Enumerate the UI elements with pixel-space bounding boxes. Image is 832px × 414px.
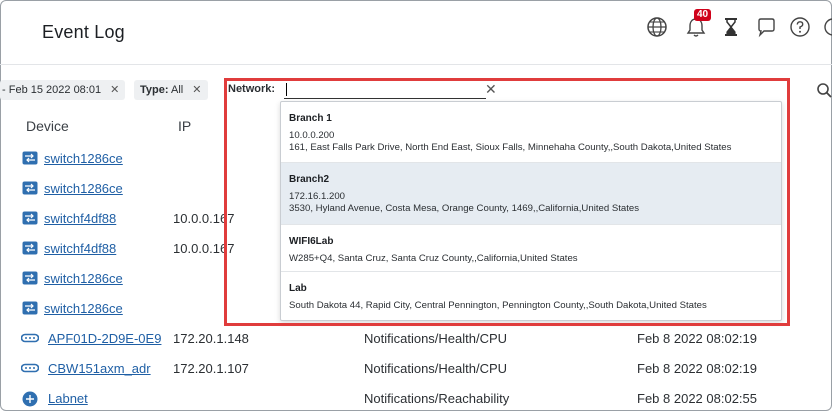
- close-icon[interactable]: ✕: [192, 84, 201, 96]
- ip-cell: 172.20.1.107: [173, 361, 249, 376]
- device-link[interactable]: switchf4df88: [44, 211, 116, 226]
- option-name: Branch2: [289, 174, 330, 185]
- access-point-icon: [20, 361, 40, 375]
- table-row[interactable]: APF01D-2D9E-0E9 172.20.1.148 Notifications…: [0, 324, 832, 354]
- date-filter-value: Feb 15 2022 08:01: [8, 84, 102, 96]
- globe-icon[interactable]: [646, 16, 668, 38]
- hourglass-icon[interactable]: [720, 16, 742, 38]
- category-cell: Notifications/Health/CPU: [364, 361, 508, 376]
- dropdown-option-wifi6lab[interactable]: WIFI6Lab W285+Q4, Santa Cruz, Santa Cruz…: [281, 225, 781, 272]
- table-row[interactable]: CBW151axm_adr 172.20.1.107 Notifications/H…: [0, 354, 832, 384]
- device-link[interactable]: Labnet: [48, 391, 88, 406]
- search-icon[interactable]: [816, 82, 832, 98]
- network-icon: [22, 391, 38, 407]
- switch-icon: [22, 181, 38, 195]
- dropdown-option-branch2[interactable]: Branch2 172.16.1.200 3530, Hyland Avenue…: [281, 163, 781, 225]
- device-link[interactable]: CBW151axm_adr: [48, 361, 151, 376]
- option-address: South Dakota 44, Rapid City, Central Pen…: [289, 300, 707, 311]
- type-filter-label: Type:: [140, 84, 169, 96]
- option-address: 3530, Hyland Avenue, Costa Mesa, Orange …: [289, 203, 640, 214]
- type-filter-chip[interactable]: Type: All ✕: [134, 80, 208, 100]
- access-point-icon: [20, 331, 40, 345]
- switch-icon: [22, 241, 38, 255]
- switch-icon: [22, 211, 38, 225]
- page-header: Event Log 40: [0, 0, 832, 65]
- close-icon[interactable]: ✕: [110, 84, 119, 96]
- device-link[interactable]: APF01D-2D9E-0E9: [48, 331, 161, 346]
- dropdown-option-branch-1[interactable]: Branch 1 10.0.0.200 161, East Falls Park…: [281, 102, 781, 163]
- settings-icon[interactable]: [822, 16, 832, 38]
- date-prefix: -: [2, 84, 6, 96]
- option-name: Branch 1: [289, 113, 332, 124]
- device-link[interactable]: switch1286ce: [44, 181, 123, 196]
- time-cell: Feb 8 2022 08:02:19: [637, 331, 757, 346]
- ip-cell: 10.0.0.167: [173, 241, 235, 256]
- ip-cell: 172.20.1.148: [173, 331, 249, 346]
- table-row[interactable]: Labnet Notifications/Reachability Feb 8 20…: [0, 384, 832, 414]
- option-name: WIFI6Lab: [289, 236, 334, 247]
- option-detail: 172.16.1.200: [289, 191, 346, 202]
- device-link[interactable]: switch1286ce: [44, 151, 123, 166]
- option-address: 161, East Falls Park Drive, North End Ea…: [289, 142, 732, 153]
- option-detail: 10.0.0.200: [289, 130, 335, 141]
- category-cell: Notifications/Reachability: [364, 391, 510, 406]
- page-title: Event Log: [42, 22, 125, 42]
- clear-input-icon[interactable]: ✕: [485, 81, 497, 98]
- time-cell: Feb 8 2022 08:02:19: [637, 361, 757, 376]
- switch-icon: [22, 271, 38, 285]
- ip-cell: 10.0.0.167: [173, 211, 235, 226]
- time-cell: Feb 8 2022 08:02:55: [637, 391, 757, 406]
- network-filter-label: Network:: [228, 83, 276, 95]
- type-filter-value: All: [170, 84, 184, 96]
- dropdown-option-lab[interactable]: Lab South Dakota 44, Rapid City, Central…: [281, 272, 781, 320]
- switch-icon: [22, 301, 38, 315]
- network-dropdown: Branch 1 10.0.0.200 161, East Falls Park…: [280, 101, 782, 321]
- chat-icon[interactable]: [755, 16, 777, 38]
- network-filter-input[interactable]: [284, 80, 486, 99]
- device-link[interactable]: switch1286ce: [44, 301, 123, 316]
- category-cell: Notifications/Health/CPU: [364, 331, 508, 346]
- column-header-device[interactable]: Device: [26, 118, 69, 134]
- column-header-ip[interactable]: IP: [178, 118, 191, 134]
- text-caret: [286, 83, 287, 96]
- date-filter-chip[interactable]: - Feb 15 2022 08:01 ✕: [0, 80, 126, 100]
- help-icon[interactable]: [789, 16, 811, 38]
- option-address: W285+Q4, Santa Cruz, Santa Cruz County,,…: [289, 253, 578, 264]
- device-link[interactable]: switch1286ce: [44, 271, 123, 286]
- switch-icon: [22, 151, 38, 165]
- option-name: Lab: [289, 283, 307, 294]
- notification-badge: 40: [694, 9, 712, 21]
- device-link[interactable]: switchf4df88: [44, 241, 116, 256]
